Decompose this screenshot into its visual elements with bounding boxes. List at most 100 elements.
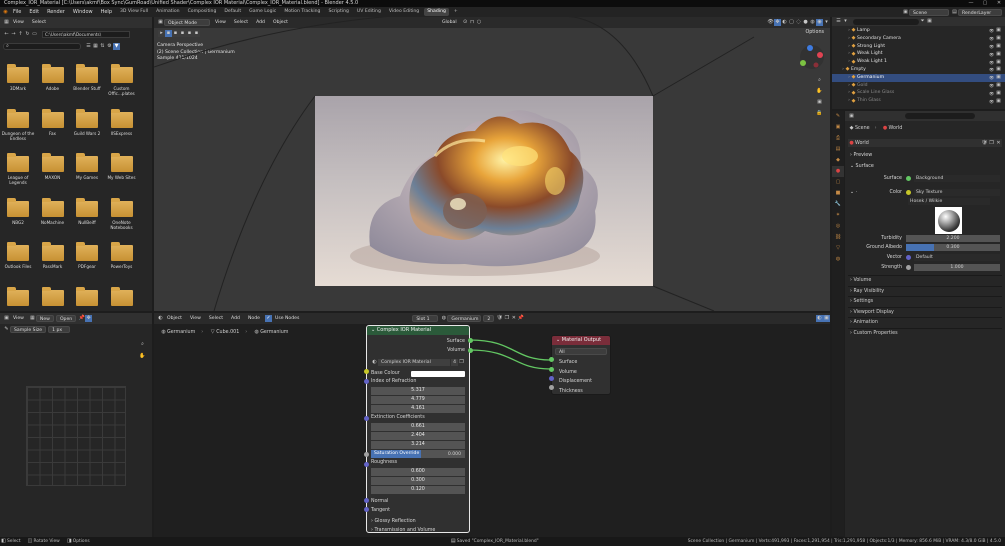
turbidity-field[interactable]: 2.200 bbox=[906, 234, 1000, 242]
expand-icon[interactable]: › bbox=[832, 89, 850, 97]
sort-icon[interactable]: ⇅ bbox=[99, 43, 106, 50]
view-layer-tab-icon[interactable]: ▤ bbox=[832, 144, 844, 155]
collapsed-panel[interactable]: › Animation bbox=[848, 317, 1002, 328]
outliner-search-input[interactable] bbox=[853, 18, 919, 25]
folder-item[interactable]: My Games bbox=[70, 153, 104, 196]
folder-item[interactable]: Adobe bbox=[36, 64, 70, 107]
render-toggle-icon[interactable]: ▣ bbox=[995, 43, 1002, 50]
folder-item[interactable]: League of Legends bbox=[1, 153, 35, 196]
pan-icon[interactable]: ✋ bbox=[816, 88, 823, 95]
collapse-icon[interactable]: ⌄ bbox=[371, 327, 375, 333]
folder-item[interactable] bbox=[36, 286, 70, 312]
collection-tab-icon[interactable]: ▢ bbox=[832, 177, 844, 188]
render-toggle-icon[interactable]: ▣ bbox=[995, 90, 1002, 97]
image-browse-icon[interactable]: ▦ bbox=[29, 315, 36, 322]
folder-item[interactable]: NoMachine bbox=[36, 197, 70, 241]
tab-animation[interactable]: Animation bbox=[153, 8, 182, 16]
pin-icon[interactable]: 📌 bbox=[78, 315, 85, 322]
folder-item[interactable]: PowerToys bbox=[105, 242, 139, 285]
saturation-override-slider[interactable]: Saturation Override 0.000 bbox=[371, 450, 465, 458]
outliner-row[interactable]: › ◆ Lamp 👁 ▣ bbox=[832, 27, 1005, 35]
ior-g-field[interactable]: 4.779 bbox=[371, 396, 465, 404]
collapsed-panel[interactable]: › Custom Properties bbox=[848, 327, 1002, 339]
world-name-field[interactable]: World bbox=[855, 141, 981, 146]
forward-icon[interactable]: → bbox=[10, 31, 17, 38]
folder-item[interactable]: Dungeon of the Endless bbox=[1, 108, 35, 152]
add-workspace-button[interactable]: + bbox=[451, 8, 461, 16]
expand-icon[interactable]: › bbox=[832, 58, 850, 66]
render-toggle-icon[interactable]: ▣ bbox=[995, 98, 1002, 105]
lock-icon[interactable]: 🔒 bbox=[816, 110, 823, 117]
group-users[interactable]: 4 bbox=[451, 359, 458, 366]
data-tab-icon[interactable]: ▽ bbox=[832, 243, 844, 254]
ground-albedo-slider[interactable]: 0.300 bbox=[906, 243, 1000, 251]
material-output-node[interactable]: ⌄ Material Output All Surface Volume Dis… bbox=[551, 335, 611, 395]
outliner-row[interactable]: › ◆ Secondary Camera 👁 ▣ bbox=[832, 35, 1005, 43]
maximize-button[interactable]: ▢ bbox=[980, 0, 990, 7]
uv-grid[interactable] bbox=[26, 386, 126, 486]
settings-icon[interactable]: ⚙ bbox=[106, 43, 113, 50]
sample-size-field[interactable]: 1 px bbox=[48, 326, 71, 333]
tab-compositing[interactable]: Compositing bbox=[185, 8, 220, 16]
folder-item[interactable] bbox=[1, 286, 35, 312]
ior-r-field[interactable]: 5.317 bbox=[371, 387, 465, 395]
folder-item[interactable]: Blender Stuff bbox=[70, 64, 104, 107]
new-folder-icon[interactable]: ▭ bbox=[31, 31, 38, 38]
fb-menu-view[interactable]: View bbox=[10, 19, 27, 26]
surface-shader-field[interactable]: Background bbox=[914, 174, 1000, 182]
view-layer-selector[interactable]: RenderLayer bbox=[958, 8, 1002, 16]
strength-field[interactable]: 1.000 bbox=[914, 263, 1000, 271]
socket-in-tangent[interactable] bbox=[364, 507, 369, 512]
ext-b-field[interactable]: 3.214 bbox=[371, 441, 465, 449]
folder-item[interactable]: PassMark bbox=[36, 242, 70, 285]
visibility-toggle-icon[interactable]: 👁 bbox=[988, 98, 995, 105]
render-toggle-icon[interactable]: ▣ bbox=[995, 27, 1002, 34]
tool-tab-icon[interactable]: ✎ bbox=[832, 111, 844, 122]
menu-file[interactable]: File bbox=[9, 9, 25, 15]
new-collection-icon[interactable]: ▣ bbox=[926, 18, 933, 25]
socket-in-volume[interactable] bbox=[549, 367, 554, 372]
folder-item[interactable]: 3DMark bbox=[1, 64, 35, 107]
menu-edit[interactable]: Edit bbox=[25, 9, 43, 15]
sample-tool-icon[interactable]: ✎ bbox=[3, 326, 10, 333]
visibility-toggle-icon[interactable]: 👁 bbox=[988, 59, 995, 66]
blender-logo-icon[interactable]: ◉ bbox=[2, 9, 9, 16]
tab-uv-editing[interactable]: UV Editing bbox=[354, 8, 384, 16]
folder-item[interactable]: MAXON bbox=[36, 153, 70, 196]
visibility-toggle-icon[interactable]: 👁 bbox=[988, 35, 995, 42]
file-search-input[interactable]: ⌕ bbox=[3, 43, 81, 50]
rough-b-field[interactable]: 0.120 bbox=[371, 486, 465, 494]
tab-motion-tracking[interactable]: Motion Tracking bbox=[281, 8, 323, 16]
folder-item[interactable]: NullBeiff bbox=[70, 197, 104, 241]
folder-item[interactable]: IISExpress bbox=[105, 108, 139, 152]
camera-view-icon[interactable]: ▣ bbox=[816, 99, 823, 106]
tab-default[interactable]: Default bbox=[221, 8, 244, 16]
outliner-row[interactable]: › ◆ Empty 👁 ▣ bbox=[832, 66, 1005, 74]
zoom-icon[interactable]: ⌕ bbox=[816, 77, 823, 84]
visibility-toggle-icon[interactable]: 👁 bbox=[988, 51, 995, 58]
open-image-button[interactable]: Open bbox=[55, 315, 77, 322]
modifier-tab-icon[interactable]: 🔧 bbox=[832, 199, 844, 210]
physics-tab-icon[interactable]: ◎ bbox=[832, 221, 844, 232]
outliner-editor-icon[interactable]: ☰ bbox=[835, 18, 842, 25]
socket-in-displacement[interactable] bbox=[549, 376, 554, 381]
viewport-panel[interactable]: ▣ Object Mode View Select Add Object Glo… bbox=[154, 17, 830, 311]
visibility-toggle-icon[interactable]: 👁 bbox=[988, 66, 995, 73]
render-tab-icon[interactable]: ▣ bbox=[832, 122, 844, 133]
outliner-row[interactable]: › ◆ Germanium 👁 ▣ bbox=[832, 73, 1005, 82]
gizmo-toggle-icon[interactable]: ✥ bbox=[85, 315, 93, 322]
path-field[interactable]: C:\Users\akmf\Documents\ bbox=[42, 31, 130, 38]
render-toggle-icon[interactable]: ▣ bbox=[995, 59, 1002, 66]
render-toggle-icon[interactable]: ▣ bbox=[995, 66, 1002, 73]
close-button[interactable]: ✕ bbox=[994, 0, 1004, 7]
copy-world-icon[interactable]: ❐ bbox=[988, 140, 995, 147]
outliner-row[interactable]: › ◆ Weak Light 👁 ▣ bbox=[832, 50, 1005, 58]
menu-window[interactable]: Window bbox=[69, 9, 97, 15]
visibility-toggle-icon[interactable]: 👁 bbox=[988, 90, 995, 97]
properties-search-input[interactable] bbox=[905, 113, 975, 119]
render-toggle-icon[interactable]: ▣ bbox=[995, 35, 1002, 42]
filter-funnel-icon[interactable]: ⏷ bbox=[919, 18, 926, 25]
color-input-field[interactable]: Sky Texture bbox=[914, 188, 1000, 196]
collapse-icon-2[interactable]: ⌄ bbox=[556, 337, 560, 343]
transmission-panel[interactable]: › Transmission and Volume bbox=[371, 526, 465, 532]
